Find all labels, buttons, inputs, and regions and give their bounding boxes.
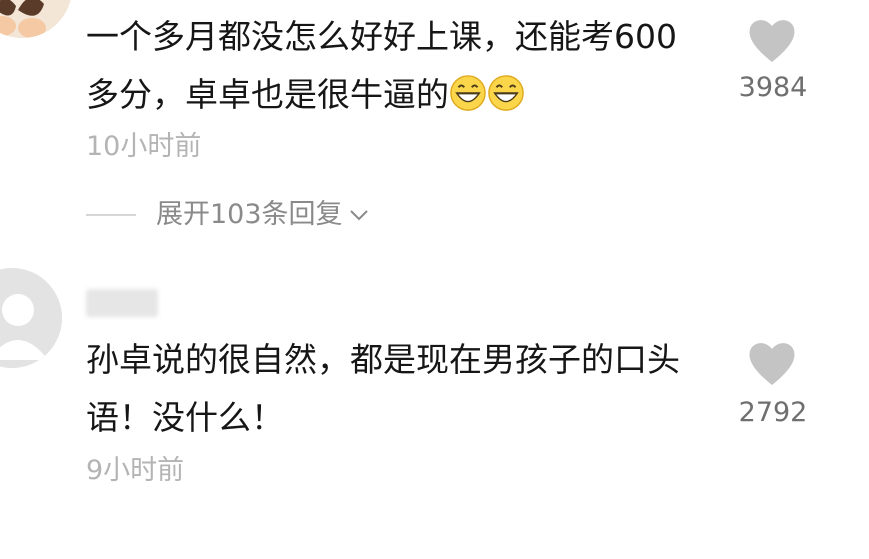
expand-replies-label: 展开103条回复 — [156, 199, 343, 230]
expand-replies-button[interactable]: 展开103条回复 — [86, 198, 369, 232]
grinning-face-icon — [488, 75, 524, 111]
divider — [86, 214, 136, 216]
like-count: 3984 — [738, 72, 808, 103]
chevron-down-icon — [349, 210, 368, 221]
comment-time: 9小时前 — [86, 455, 185, 486]
avatar[interactable] — [0, 268, 62, 368]
avatar[interactable] — [0, 0, 72, 38]
default-avatar-icon — [0, 268, 62, 368]
grinning-face-icon — [450, 75, 486, 111]
comment-text: 孙卓说的很自然，都是现在男孩子的口头语！没什么！ — [86, 340, 680, 437]
heart-icon — [749, 343, 795, 385]
avatar-image — [0, 0, 71, 38]
like-count: 2792 — [738, 397, 808, 428]
like-button[interactable] — [742, 10, 802, 70]
comment-text: 一个多月都没怎么好好上课，还能考600多分，卓卓也是很牛逼的 — [86, 17, 677, 114]
username-blurred — [86, 289, 158, 317]
heart-icon — [749, 20, 795, 63]
like-button[interactable] — [742, 333, 802, 393]
comment-time: 10小时前 — [86, 131, 202, 162]
